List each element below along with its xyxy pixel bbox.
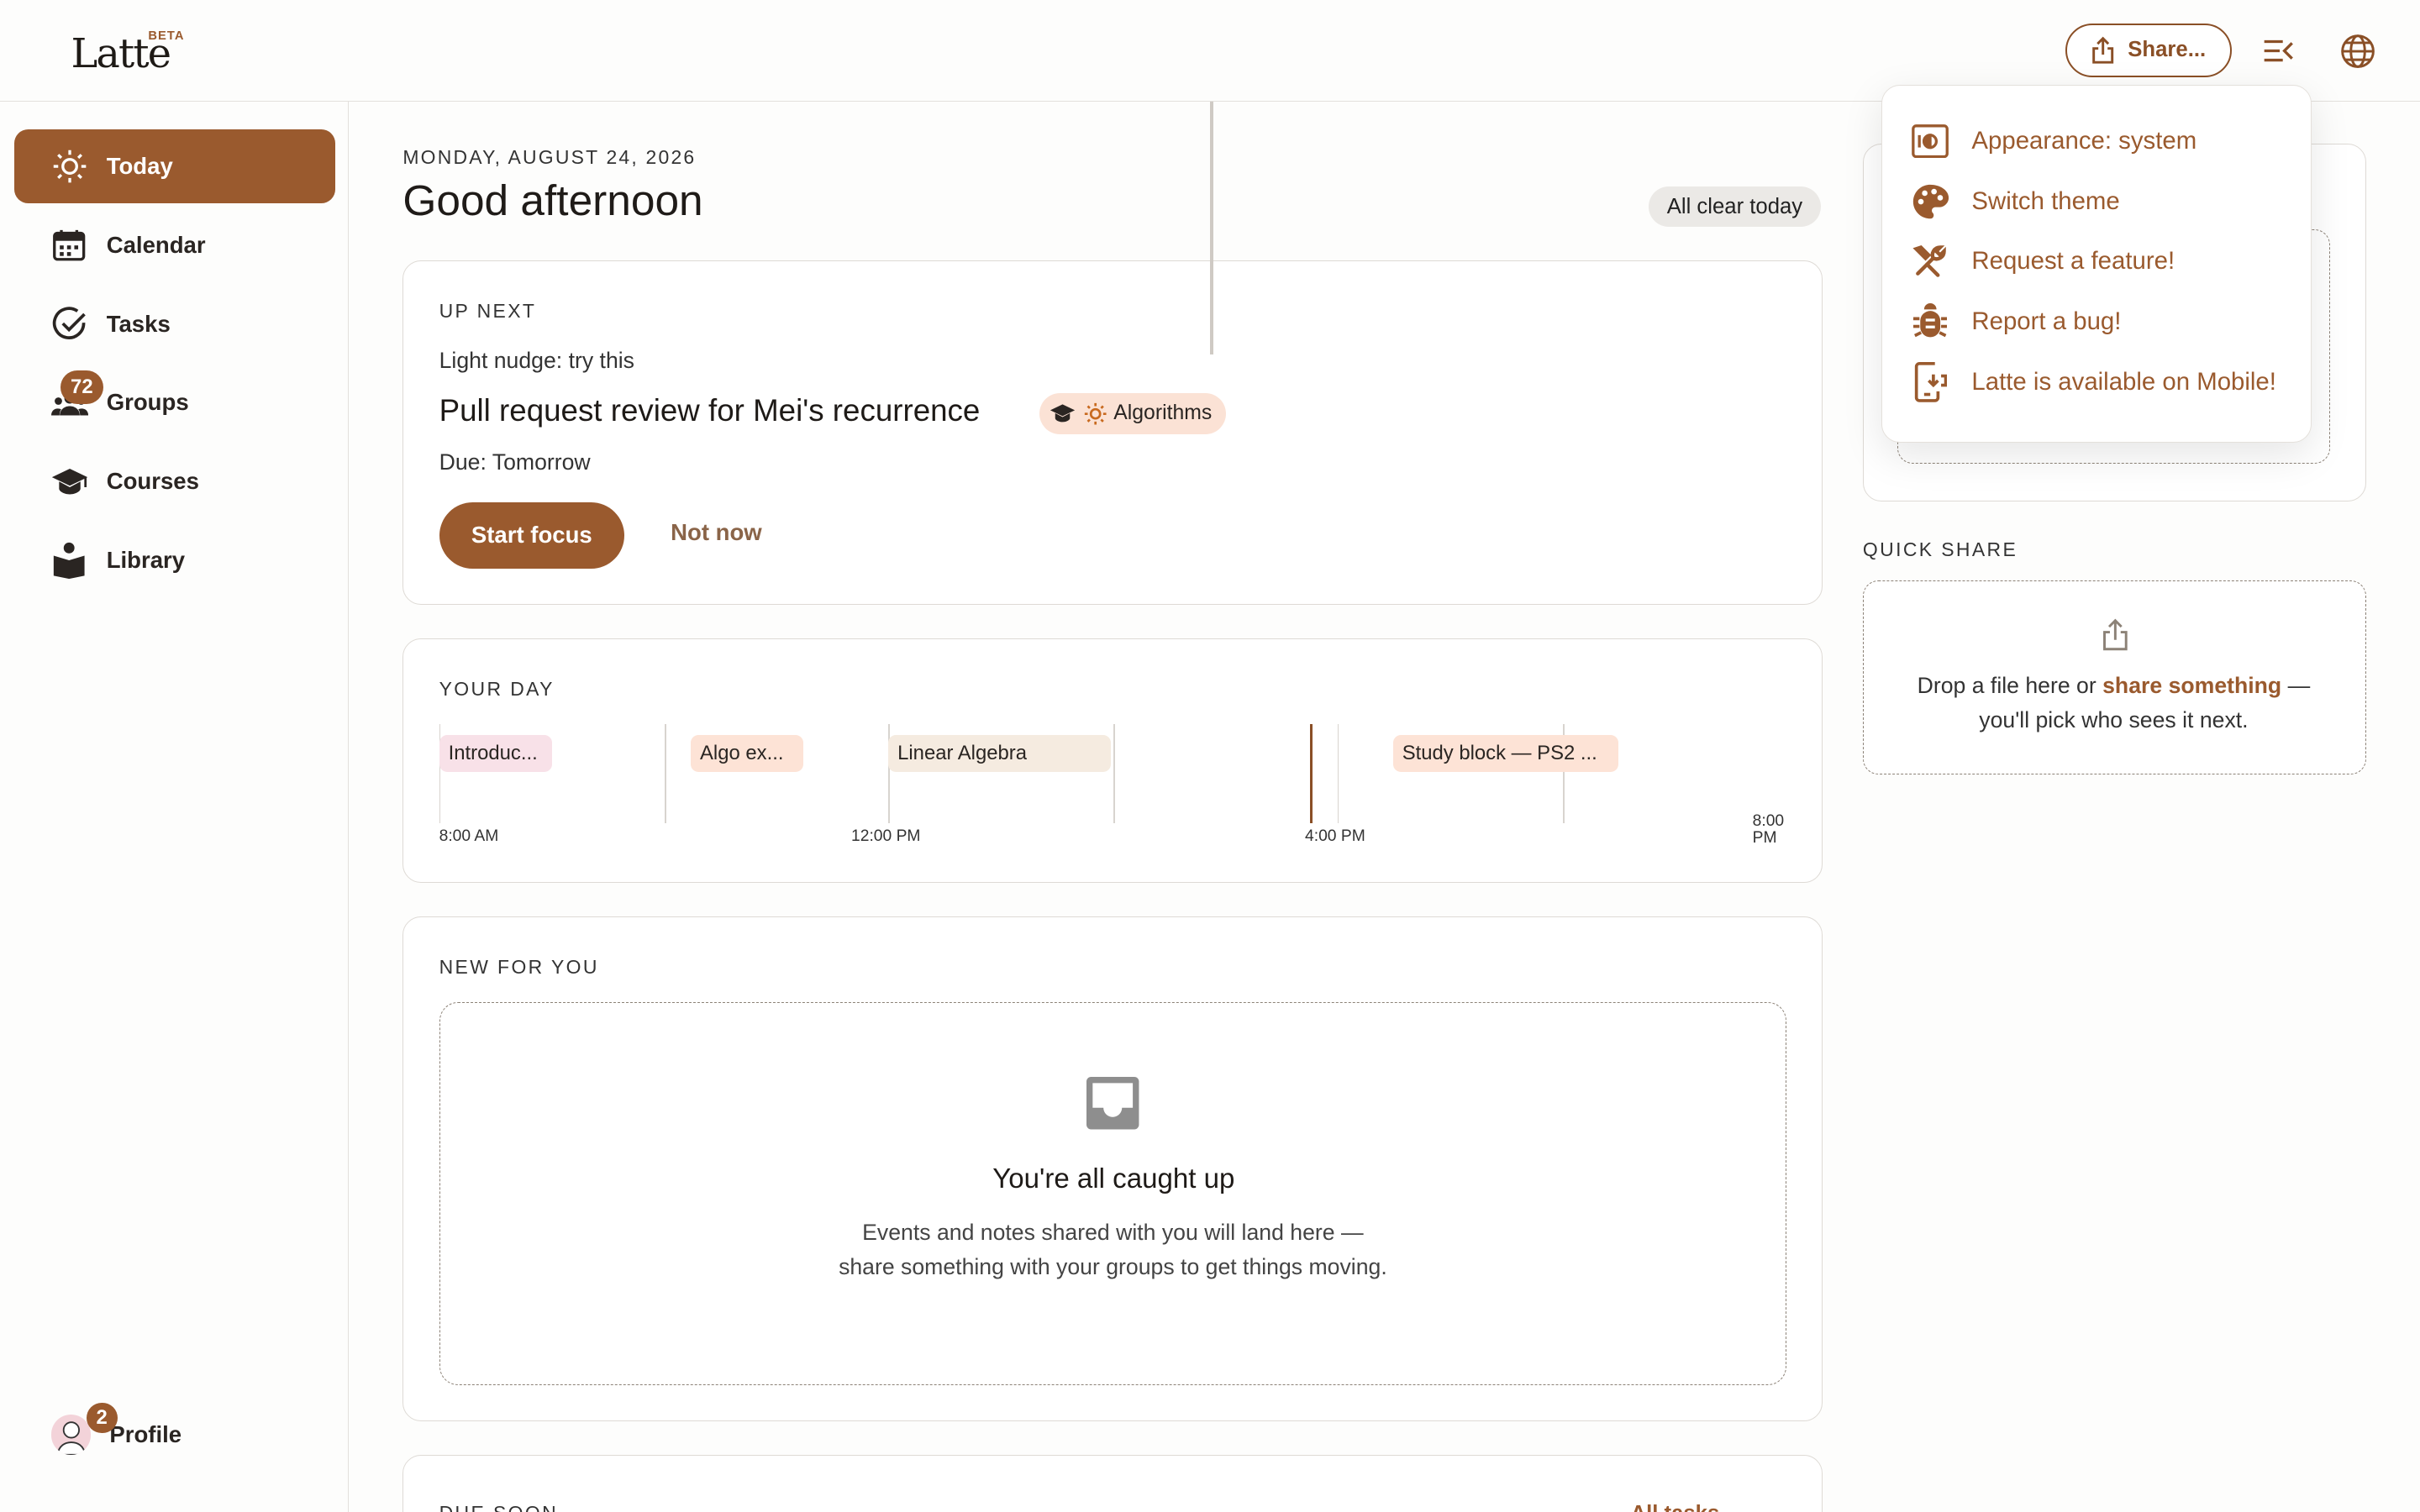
inbox-icon [1086,1077,1139,1130]
sidebar-item-courses[interactable]: Courses [14,444,335,518]
timeline-event[interactable]: Linear Algebra [888,735,1111,773]
task-title[interactable]: Pull request review for Mei's recurrence [439,393,981,428]
logo[interactable]: Latte BETA [71,29,183,77]
current-time-indicator [1309,724,1313,823]
groups-badge: 72 [60,370,104,405]
graduation-cap-icon [51,463,88,500]
menu-toggle-button[interactable] [2258,31,2298,71]
sidebar-item-calendar[interactable]: Calendar [14,208,335,282]
book-reader-icon [51,542,88,579]
nudge-text: Light nudge: try this [439,348,634,374]
sun-icon [1084,402,1107,425]
timeline-event[interactable]: Study block — PS2 ... [1392,735,1618,773]
timeline-label: 4:00 PM [1305,827,1365,846]
status-badge: All clear today [1648,186,1822,227]
graduation-cap-icon [1050,404,1076,423]
timeline-gridline [1113,724,1116,823]
timeline-label: 12:00 PM [851,827,921,846]
all-tasks-link[interactable]: All tasks [1631,1502,1720,1512]
your-day-card: YOUR DAY Introduc... Algo ex... Linear A… [402,638,1823,883]
start-focus-button[interactable]: Start focus [439,501,624,569]
sidebar-item-tasks[interactable]: Tasks [14,287,335,361]
profile-badge: 2 [86,1402,118,1434]
menu-item-appearance[interactable]: Appearance: system [1910,118,2196,165]
up-next-card: UP NEXT Light nudge: try this Pull reque… [402,260,1823,605]
timeline-event[interactable]: Introduc... [439,735,552,773]
globe-icon [2341,34,2375,68]
share-icon [2092,36,2114,64]
divider [1209,102,1213,355]
empty-subtitle: Events and notes shared with you will la… [839,1220,1387,1279]
up-next-title: UP NEXT [439,300,537,323]
calendar-icon [51,227,88,264]
page-title: Good afternoon [402,175,703,224]
bug-icon [1910,302,1950,342]
new-for-you-title: NEW FOR YOU [439,955,599,978]
timeline-gridline [1337,724,1339,823]
share-button[interactable]: Share... [2065,23,2232,77]
timeline-gridline [664,724,666,823]
timeline-event[interactable]: Algo ex... [691,735,804,773]
new-for-you-card: NEW FOR YOU You're all caught up Events … [402,916,1823,1421]
your-day-title: YOUR DAY [439,678,555,701]
palette-icon [1910,181,1950,222]
current-date: MONDAY, AUGUST 24, 2026 [402,146,697,169]
due-text: Due: Tomorrow [439,449,591,475]
language-button[interactable] [2338,31,2379,71]
options-menu: Appearance: system Switch theme Request … [1881,85,2312,444]
timeline-label: 8:00 [1752,812,1785,831]
quick-share-dropzone[interactable]: Drop a file here or share something — yo… [1862,580,2366,775]
menu-item-report-bug[interactable]: Report a bug! [1910,298,2121,344]
due-soon-title: DUE SOON [439,1502,558,1512]
menu-item-switch-theme[interactable]: Switch theme [1910,178,2120,224]
course-pill[interactable]: Algorithms [1039,392,1226,435]
not-now-button[interactable]: Not now [671,519,762,546]
empty-title: You're all caught up [992,1163,1235,1195]
empty-state: You're all caught up Events and notes sh… [439,1002,1787,1385]
check-circle-icon [51,306,88,343]
sidebar-item-groups[interactable]: Groups 72 [14,365,335,439]
share-something-link[interactable]: share something [2102,673,2281,698]
sidebar: Today Calendar Tasks Groups 72 Courses L… [0,102,350,1512]
appearance-icon [1910,121,1950,161]
menu-collapse-icon [2264,39,2293,62]
due-soon-card: DUE SOON All tasks [402,1455,1823,1512]
sidebar-item-profile[interactable]: Profile 2 [14,1398,335,1472]
share-icon [2102,618,2128,650]
quick-share-title: QUICK SHARE [1862,538,2018,560]
tools-icon [1910,242,1950,282]
mobile-download-icon [1910,361,1950,402]
timeline-label: 8:00 AM [439,827,499,846]
timeline-label: PM [1752,829,1777,848]
avatar [50,1415,92,1455]
quick-share-text: Drop a file here or share something — yo… [1917,673,2311,732]
menu-item-mobile[interactable]: Latte is available on Mobile! [1910,359,2276,405]
beta-badge: BETA [148,29,185,43]
sidebar-item-today[interactable]: Today [13,129,335,204]
sun-icon [51,148,88,185]
sidebar-item-library[interactable]: Library [14,523,335,597]
menu-item-request-feature[interactable]: Request a feature! [1910,239,2175,285]
